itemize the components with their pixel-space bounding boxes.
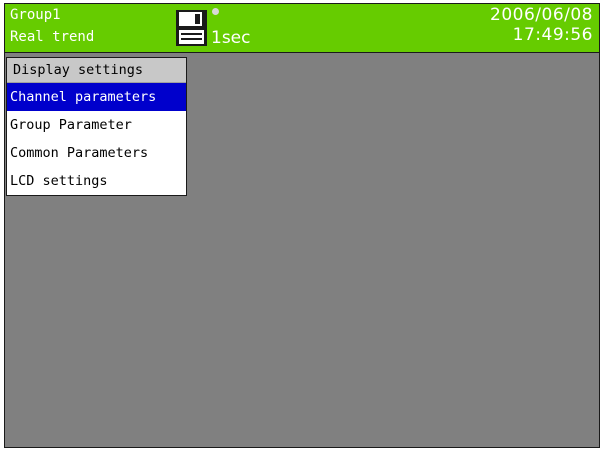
time-text: 17:49:56	[512, 25, 593, 45]
menu-title: Display settings	[7, 58, 186, 83]
menu-item-lcd-settings[interactable]: LCD settings	[7, 167, 186, 195]
date-text: 2006/06/08	[490, 5, 593, 25]
floppy-disk-icon	[176, 10, 207, 46]
status-dot-icon	[212, 8, 219, 15]
view-mode-label: Real trend	[10, 29, 95, 45]
menu-item-group-parameter[interactable]: Group Parameter	[7, 111, 186, 139]
recorder-screen: Group1 Real trend 1sec 2006/06/08 17:49:…	[4, 3, 600, 448]
status-header: Group1 Real trend 1sec 2006/06/08 17:49:…	[5, 4, 599, 53]
datetime: 2006/06/08 17:49:56	[490, 5, 593, 45]
sample-interval: 1sec	[211, 28, 251, 48]
display-settings-menu: Display settings Channel parameters Grou…	[6, 57, 187, 196]
menu-item-channel-parameters[interactable]: Channel parameters	[7, 83, 186, 111]
menu-item-common-parameters[interactable]: Common Parameters	[7, 139, 186, 167]
group-name: Group1	[10, 7, 61, 23]
